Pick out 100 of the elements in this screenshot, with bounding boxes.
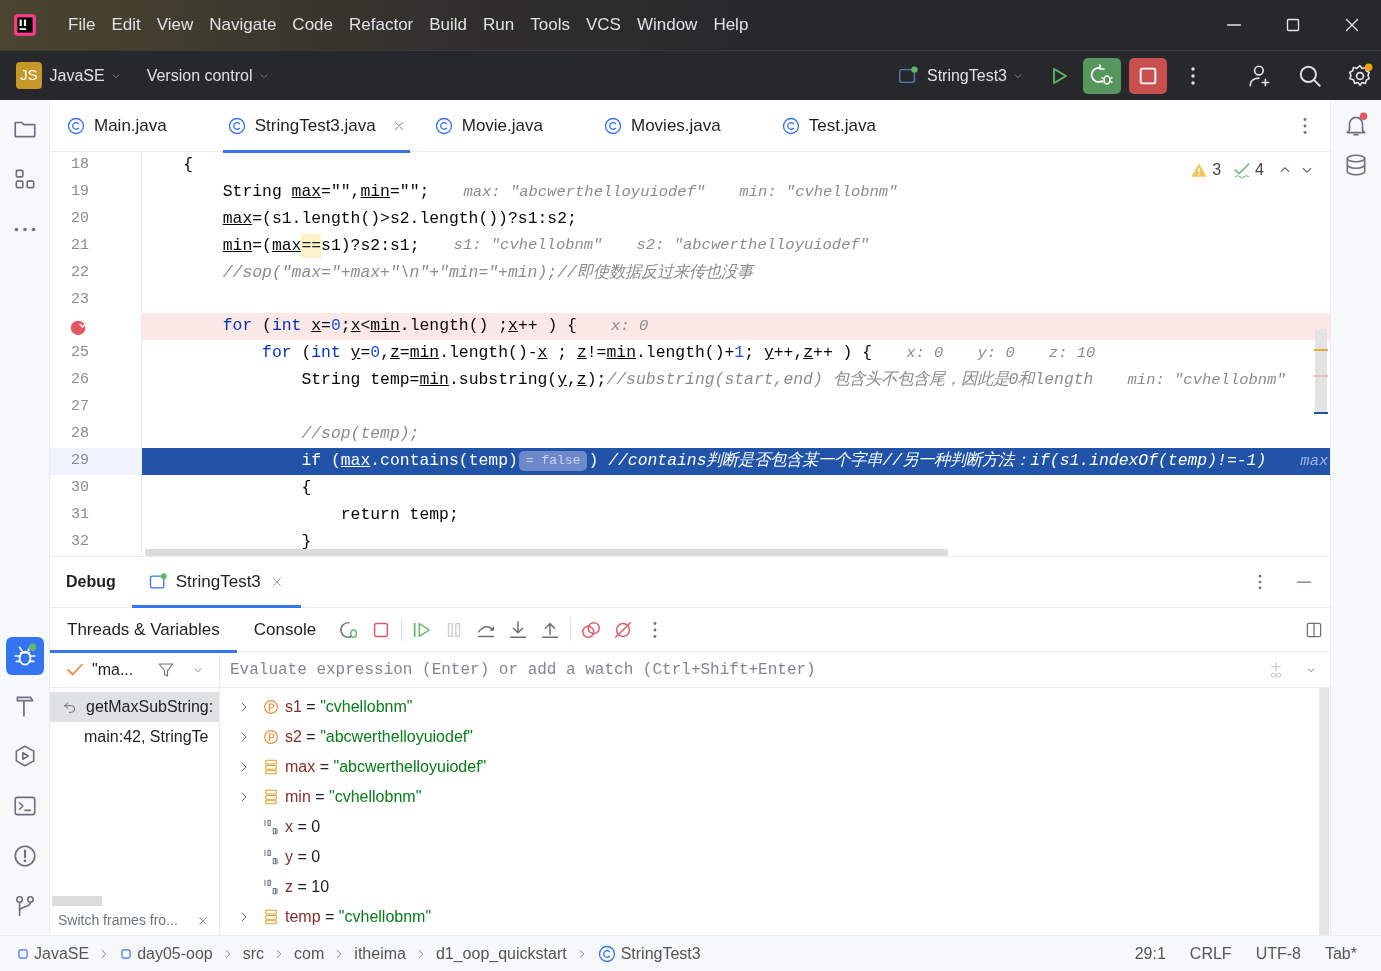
code-text: ="", bbox=[321, 181, 361, 204]
app-logo-icon[interactable] bbox=[12, 12, 38, 38]
code-text: = bbox=[399, 342, 410, 365]
menu-item[interactable]: VCS bbox=[577, 12, 629, 38]
editor-tab[interactable]: Test.java bbox=[764, 99, 920, 152]
code-keyword: for bbox=[262, 342, 292, 365]
editor-tab[interactable]: Main.java bbox=[50, 99, 211, 152]
variable-entry[interactable]: s1 = "cvhellobnm" bbox=[285, 695, 413, 719]
line-number: 26 bbox=[71, 370, 89, 391]
indent-setting[interactable]: Tab* bbox=[1324, 941, 1357, 966]
line-number: 28 bbox=[71, 424, 89, 445]
weak-warning-count[interactable]: 4 bbox=[1255, 158, 1264, 182]
settings-icon[interactable] bbox=[1347, 62, 1373, 89]
editor-tab[interactable]: Movies.java bbox=[587, 99, 765, 152]
project-selector[interactable]: JavaSE bbox=[49, 63, 105, 88]
horizontal-scrollbar[interactable] bbox=[52, 896, 102, 906]
code-text: { bbox=[183, 154, 194, 177]
caret-position[interactable]: 29:1 bbox=[1134, 941, 1166, 966]
line-number: 31 bbox=[71, 504, 89, 525]
code-text: .substring( bbox=[448, 369, 558, 392]
breadcrumb-item[interactable]: src bbox=[242, 941, 265, 966]
primitive-icon bbox=[262, 848, 280, 866]
stop-button[interactable] bbox=[1129, 57, 1167, 94]
file-encoding[interactable]: UTF-8 bbox=[1255, 941, 1301, 966]
inline-debug-value: z: 10 bbox=[1048, 343, 1096, 365]
menu-item[interactable]: Window bbox=[628, 12, 706, 38]
editor-tab[interactable]: Movie.java bbox=[417, 99, 587, 152]
variable-entry[interactable]: x = 0 bbox=[285, 815, 321, 839]
line-number: 27 bbox=[71, 397, 89, 418]
inline-debug-value: y: 0 bbox=[977, 343, 1015, 365]
panel-tab[interactable]: Console bbox=[236, 607, 334, 652]
line-number: 21 bbox=[71, 235, 89, 256]
line-separator[interactable]: CRLF bbox=[1189, 941, 1232, 966]
code-variable: min bbox=[360, 181, 390, 204]
code-variable: y bbox=[763, 342, 774, 365]
warning-count[interactable]: 3 bbox=[1212, 158, 1222, 182]
code-keyword: int bbox=[311, 342, 341, 365]
code-comment: //contains判断是否包含某一个字串//另一种判断方法：if(s1.indexOf(temp)!=-1) bbox=[608, 449, 1267, 472]
code-text: ( bbox=[262, 315, 272, 338]
breadcrumb-item[interactable]: StringTest3 bbox=[596, 941, 701, 966]
bug-icon bbox=[1090, 63, 1114, 88]
breadcrumb-item[interactable]: day05-oop bbox=[119, 941, 213, 966]
code-keyword: if bbox=[301, 449, 322, 472]
breadcrumb-item[interactable]: JavaSE bbox=[16, 941, 90, 966]
variable-entry[interactable]: max = "abcwerthelloyuiodef" bbox=[285, 755, 487, 779]
vcs-selector[interactable]: Version control bbox=[146, 63, 253, 88]
code-keyword: for bbox=[222, 315, 253, 338]
tool-window-button[interactable] bbox=[5, 637, 44, 675]
thread-selector[interactable]: "ma... bbox=[50, 657, 134, 682]
menu-item[interactable]: Run bbox=[475, 12, 523, 38]
code-text: } bbox=[301, 530, 312, 553]
horizontal-scrollbar[interactable] bbox=[145, 549, 948, 556]
menu-item[interactable]: File bbox=[60, 12, 104, 38]
code-text: ++ ) { bbox=[517, 315, 577, 338]
code-number: 0 bbox=[370, 342, 381, 365]
menu-item[interactable]: Tools bbox=[522, 12, 578, 38]
code-text: String bbox=[222, 181, 283, 204]
vertical-scrollbar[interactable] bbox=[1319, 688, 1329, 935]
class-icon bbox=[226, 115, 247, 136]
module-icon bbox=[119, 946, 134, 961]
menu-item[interactable]: Code bbox=[284, 12, 341, 38]
breadcrumb-item[interactable]: itheima bbox=[354, 941, 406, 966]
menu-item[interactable]: View bbox=[148, 12, 202, 38]
stack-frame[interactable]: main:42, StringTe bbox=[50, 722, 219, 752]
evaluate-field[interactable]: Evaluate expression (Enter) or add a watch (Ctrl+Shift+Enter) bbox=[228, 656, 1248, 683]
variable-entry[interactable]: min = "cvhellobnm" bbox=[285, 785, 422, 809]
rerun-debug-button[interactable] bbox=[1083, 57, 1121, 94]
panel-tab[interactable]: Threads & Variables bbox=[50, 607, 237, 652]
code-comment: //sop(temp); bbox=[301, 423, 420, 446]
variable-entry[interactable]: z = 10 bbox=[285, 875, 330, 899]
class-icon bbox=[433, 115, 454, 136]
breadcrumb-item[interactable]: com bbox=[294, 941, 325, 966]
menu-item[interactable]: Build bbox=[421, 12, 476, 38]
inline-value-badge: = false bbox=[518, 451, 588, 471]
code-text: != bbox=[586, 342, 607, 365]
code-text: = bbox=[321, 315, 331, 338]
stack-frame[interactable]: getMaxSubString: bbox=[50, 692, 219, 722]
variable-entry[interactable]: s2 = "abcwerthelloyuiodef" bbox=[285, 725, 473, 749]
variable-entry[interactable]: y = 0 bbox=[285, 845, 321, 869]
code-variable: z bbox=[803, 342, 814, 365]
variable-entry[interactable]: temp = "cvhellobnm" bbox=[285, 905, 432, 929]
line-number: 25 bbox=[71, 343, 89, 364]
project-badge: JS bbox=[16, 62, 42, 89]
menu-item[interactable]: Help bbox=[705, 12, 757, 38]
code-comment: //substring(start,end) 包含头不包含尾，因此是0和length bbox=[606, 369, 1094, 392]
primitive-icon bbox=[262, 878, 280, 896]
run-config-selector[interactable]: StringTest3 bbox=[926, 63, 1007, 88]
code-text: =( bbox=[252, 234, 272, 257]
editor-tab[interactable]: StringTest3.java bbox=[210, 99, 418, 152]
menu-item[interactable]: Navigate bbox=[201, 12, 285, 38]
code-text: < bbox=[360, 315, 371, 338]
menu-item[interactable]: Refactor bbox=[341, 12, 422, 38]
breadcrumb-item[interactable]: d1_oop_quickstart bbox=[435, 941, 567, 966]
menu-item[interactable]: Edit bbox=[103, 12, 149, 38]
code-variable: min bbox=[419, 369, 449, 392]
code-text: ( bbox=[330, 449, 341, 472]
filter-icon[interactable] bbox=[157, 660, 176, 679]
line-number: 29 bbox=[71, 451, 89, 471]
code-variable: y bbox=[557, 369, 567, 392]
session-tab[interactable]: StringTest3 bbox=[131, 556, 301, 608]
